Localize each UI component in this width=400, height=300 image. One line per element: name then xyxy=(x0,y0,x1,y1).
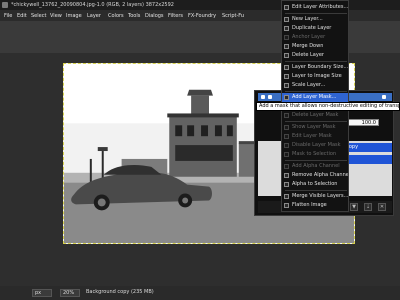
menu-dialogs[interactable]: Dialogs xyxy=(145,13,164,19)
menu-separator xyxy=(285,121,347,122)
gimp-app-icon xyxy=(2,2,8,8)
menu-filters[interactable]: Filters xyxy=(168,13,183,19)
menu-item-scale-layer[interactable]: Scale Layer... xyxy=(282,81,348,90)
menu-item-label: Flatten Image xyxy=(292,202,327,208)
menu-item-mask-to-selection[interactable]: Mask to Selection xyxy=(282,150,348,159)
menu-view[interactable]: View xyxy=(50,13,62,19)
dock-tab-icon[interactable] xyxy=(268,95,272,99)
menu-item-show-layer-mask[interactable]: Show Layer Mask xyxy=(282,123,348,132)
unit-selector[interactable]: px xyxy=(32,289,52,297)
layer-button[interactable]: ▼ xyxy=(350,203,358,211)
menu-item-flatten-image[interactable]: Flatten Image xyxy=(282,201,348,210)
merge-visible-icon xyxy=(284,194,289,199)
menu-item-add-layer-mask[interactable]: Add Layer Mask... xyxy=(282,93,348,102)
delete-layer-icon xyxy=(284,53,289,58)
flatten-icon xyxy=(284,203,289,208)
menu-item-label: Duplicate Layer xyxy=(292,25,332,31)
mask-selection-icon xyxy=(284,152,289,157)
menu-item-edit-layer-attributes[interactable]: Edit Layer Attributes... xyxy=(282,3,348,12)
menu-item-label: Edit Layer Attributes... xyxy=(292,4,348,10)
layer-attributes-icon xyxy=(284,5,289,10)
layer-to-image-icon xyxy=(284,74,289,79)
disable-mask-icon xyxy=(284,143,289,148)
delete-layer-button[interactable]: ✕ xyxy=(378,203,386,211)
add-alpha-icon xyxy=(284,164,289,169)
menu-script-fu[interactable]: Script-Fu xyxy=(222,13,244,19)
menu-item-duplicate-layer[interactable]: Duplicate Layer xyxy=(282,24,348,33)
menu-separator xyxy=(285,91,347,92)
alpha-selection-icon xyxy=(284,182,289,187)
status-info: Background copy (235 MB) xyxy=(86,289,154,295)
delete-mask-icon xyxy=(284,113,289,118)
menu-item-label: Layer to Image Size xyxy=(292,73,342,79)
menu-item-label: Disable Layer Mask xyxy=(292,142,341,148)
dock-menu-icon[interactable] xyxy=(382,95,386,99)
menu-file[interactable]: File xyxy=(4,13,12,19)
menu-edit[interactable]: Edit xyxy=(17,13,27,19)
menu-colors[interactable]: Colors xyxy=(108,13,124,19)
menu-tools[interactable]: Tools xyxy=(128,13,140,19)
menu-fx-foundry[interactable]: FX-Foundry xyxy=(188,13,216,19)
menu-item-add-alpha-channel[interactable]: Add Alpha Channel xyxy=(282,162,348,171)
dock-tab-icon[interactable] xyxy=(261,95,265,99)
menu-item-disable-layer-mask[interactable]: Disable Layer Mask xyxy=(282,141,348,150)
menu-separator xyxy=(285,160,347,161)
zoom-selector[interactable]: 20% xyxy=(60,289,80,297)
menu-item-alpha-to-selection[interactable]: Alpha to Selection xyxy=(282,180,348,189)
menu-item-edit-layer-mask[interactable]: Edit Layer Mask xyxy=(282,132,348,141)
add-mask-icon xyxy=(284,95,289,100)
menu-item-label: New Layer... xyxy=(292,16,323,22)
edit-mask-icon xyxy=(284,134,289,139)
status-bar: px 20% Background copy (235 MB) xyxy=(0,286,400,300)
menu-item-layer-to-image-size[interactable]: Layer to Image Size xyxy=(282,72,348,81)
menu-item-new-layer[interactable]: New Layer... xyxy=(282,15,348,24)
menu-item-label: Anchor Layer xyxy=(292,34,326,40)
menu-item-label: Edit Layer Mask xyxy=(292,133,332,139)
boundary-size-icon xyxy=(284,65,289,70)
menu-item-label: Merge Visible Layers... xyxy=(292,193,348,199)
show-mask-icon xyxy=(284,125,289,130)
layer-button[interactable]: ⇣ xyxy=(364,203,372,211)
menu-item-label: Add Layer Mask... xyxy=(292,94,337,100)
menu-item-merge-visible-layers[interactable]: Merge Visible Layers... xyxy=(282,192,348,201)
tooltip: Add a mask that allows non-destructive e… xyxy=(256,102,400,111)
menu-item-label: Layer Boundary Size... xyxy=(292,64,348,70)
menu-item-layer-boundary-size[interactable]: Layer Boundary Size... xyxy=(282,63,348,72)
menu-item-label: Mask to Selection xyxy=(292,151,337,157)
duplicate-layer-icon xyxy=(284,26,289,31)
anchor-icon xyxy=(284,35,289,40)
menu-separator xyxy=(285,61,347,62)
scale-layer-icon xyxy=(284,83,289,88)
menu-separator xyxy=(285,190,347,191)
menu-item-delete-layer[interactable]: Delete Layer xyxy=(282,51,348,60)
merge-down-icon xyxy=(284,44,289,49)
menu-layer[interactable]: Layer xyxy=(87,13,101,19)
menu-image[interactable]: Image xyxy=(66,13,82,19)
menu-item-anchor-layer[interactable]: Anchor Layer xyxy=(282,33,348,42)
menu-item-label: Merge Down xyxy=(292,43,324,49)
menu-item-label: Alpha to Selection xyxy=(292,181,338,187)
menu-item-remove-alpha-channel[interactable]: Remove Alpha Channel xyxy=(282,171,348,180)
menu-separator xyxy=(285,13,347,14)
menu-item-label: Add Alpha Channel xyxy=(292,163,340,169)
menu-select[interactable]: Select xyxy=(31,13,46,19)
menu-item-label: Show Layer Mask xyxy=(292,124,336,130)
remove-alpha-icon xyxy=(284,173,289,178)
menu-item-label: Delete Layer xyxy=(292,52,324,58)
menu-item-label: Remove Alpha Channel xyxy=(292,172,348,178)
window-title: *chickywell_13762_20090804.jpg-1.0 (RGB,… xyxy=(11,2,174,8)
menu-item-label: Delete Layer Mask xyxy=(292,112,339,118)
menu-item-merge-down[interactable]: Merge Down xyxy=(282,42,348,51)
menu-item-label: Scale Layer... xyxy=(292,82,326,88)
menu-item-delete-layer-mask[interactable]: Delete Layer Mask xyxy=(282,111,348,120)
new-layer-icon xyxy=(284,17,289,22)
